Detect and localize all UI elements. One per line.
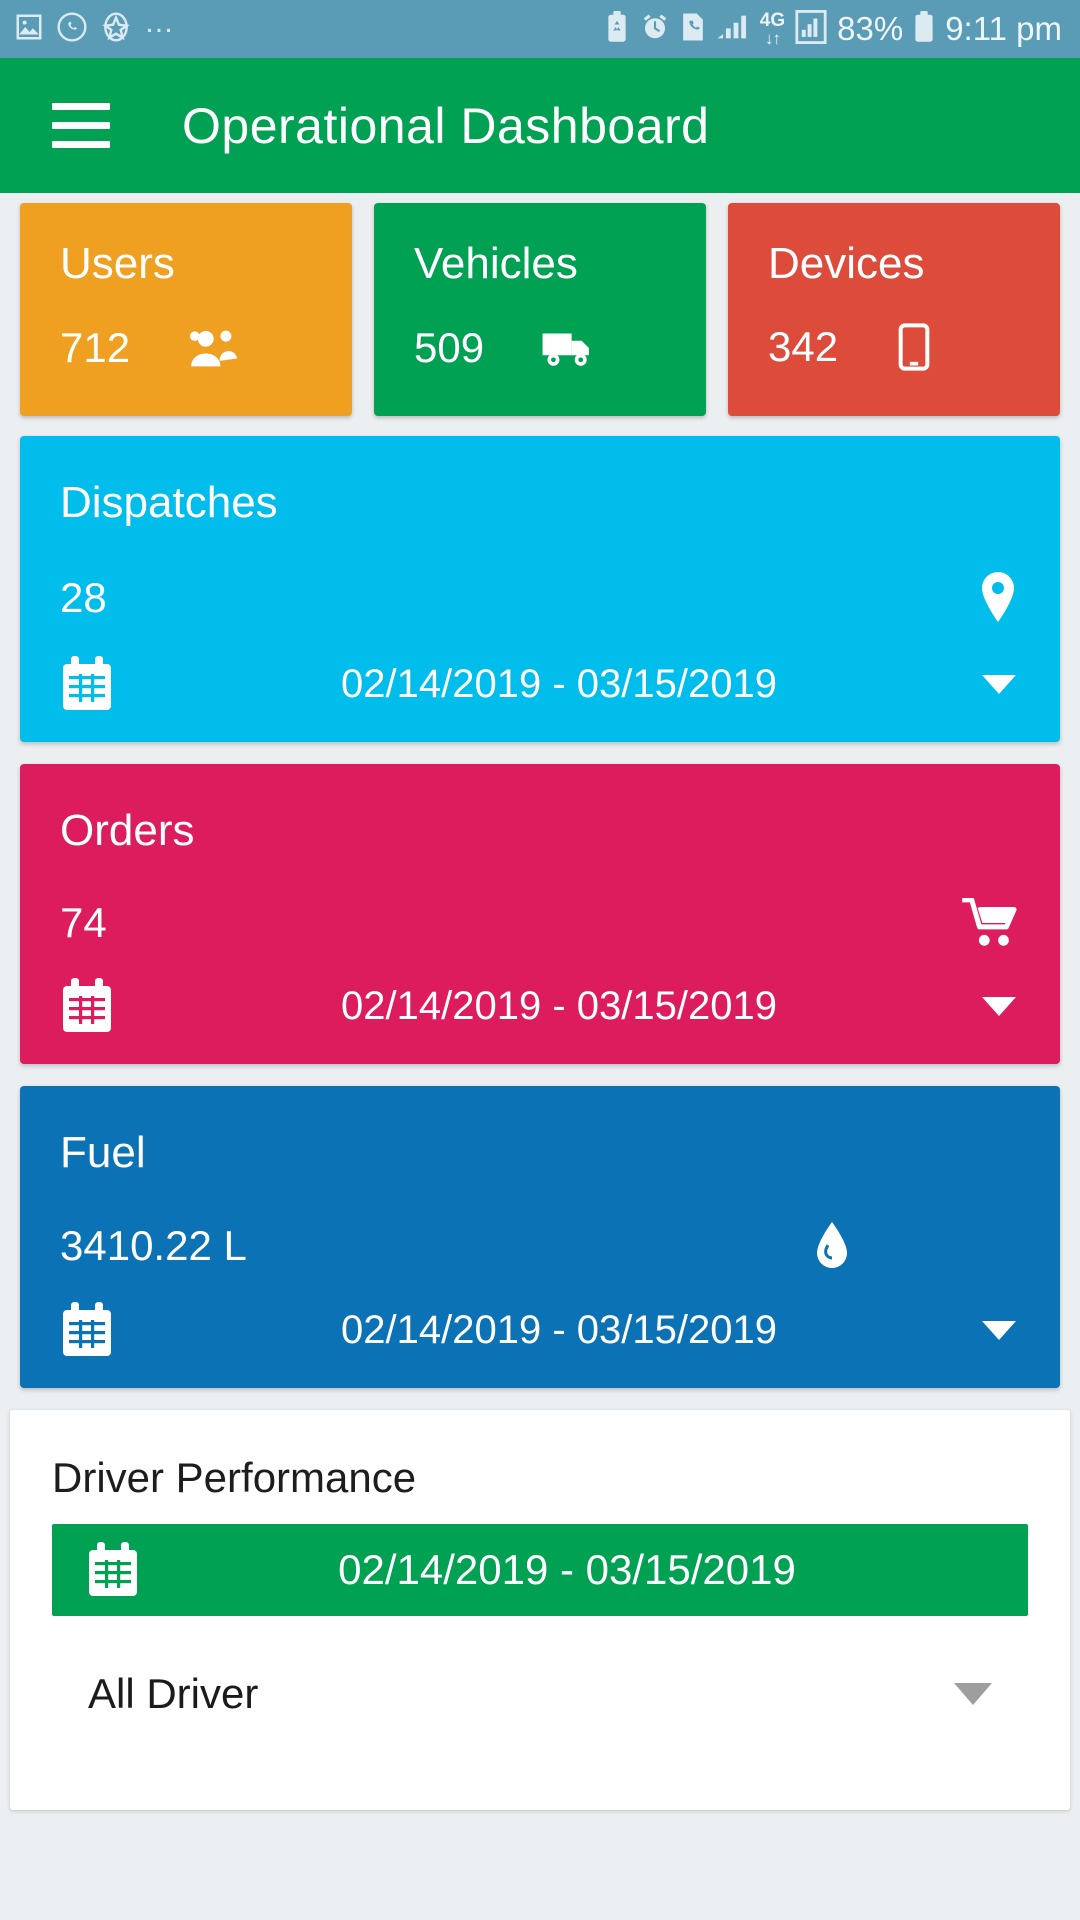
calendar-icon bbox=[60, 656, 150, 712]
date-range-label: 02/14/2019 - 03/15/2019 bbox=[341, 1307, 777, 1352]
whatsapp-icon bbox=[56, 11, 88, 48]
page-title: Operational Dashboard bbox=[182, 97, 710, 154]
hamburger-bar bbox=[52, 122, 110, 129]
app-bar: Operational Dashboard bbox=[0, 58, 1080, 193]
date-range-label: 02/14/2019 - 03/15/2019 bbox=[341, 661, 777, 706]
date-range-label: 02/14/2019 - 03/15/2019 bbox=[341, 983, 777, 1028]
stat-card-value: 509 bbox=[414, 324, 485, 371]
battery-saver-icon bbox=[604, 10, 630, 48]
shopping-cart-icon bbox=[962, 898, 1020, 948]
card-value-row: 28 bbox=[60, 570, 1020, 626]
dashboard-content: Users 712 Vehicles 509 Devices 342 Dispa… bbox=[0, 193, 1080, 1388]
network-type-label: 4G bbox=[759, 10, 786, 31]
dispatches-card[interactable]: Dispatches 28 02/14/2019 - 03/15/2019 bbox=[20, 436, 1060, 742]
stat-card-devices[interactable]: Devices 342 bbox=[728, 203, 1060, 416]
hamburger-bar bbox=[52, 103, 110, 110]
stat-card-label: Vehicles bbox=[414, 239, 578, 288]
card-value-row: 74 bbox=[60, 898, 1020, 948]
stat-card-value-row: 342 bbox=[768, 322, 1020, 372]
card-label: Dispatches bbox=[60, 478, 278, 527]
alarm-clock-icon bbox=[640, 12, 670, 47]
signal-strength-icon bbox=[795, 9, 827, 49]
chevron-down-icon[interactable] bbox=[982, 674, 1016, 694]
people-icon bbox=[186, 326, 242, 370]
date-range-selector[interactable]: 02/14/2019 - 03/15/2019 bbox=[60, 1302, 1020, 1358]
tablet-icon bbox=[894, 322, 934, 372]
battery-percent-label: 83% bbox=[837, 10, 904, 47]
driver-select-value: All Driver bbox=[88, 1670, 259, 1717]
stat-card-value: 712 bbox=[60, 324, 131, 371]
chevron-down-icon[interactable] bbox=[982, 1320, 1016, 1340]
card-value-row: 3410.22 L bbox=[60, 1220, 1020, 1272]
hamburger-menu-icon[interactable] bbox=[52, 103, 110, 148]
date-range-selector[interactable]: 02/14/2019 - 03/15/2019 bbox=[60, 978, 1020, 1034]
driver-performance-date-range: 02/14/2019 - 03/15/2019 bbox=[338, 1546, 796, 1593]
stat-card-label: Devices bbox=[768, 239, 925, 288]
status-overflow-dots: … bbox=[144, 6, 177, 39]
chevron-down-icon[interactable] bbox=[982, 996, 1016, 1016]
map-pin-icon bbox=[976, 570, 1020, 626]
status-bar-right-icons: 4G ↓↑ 83% 9:11 pm bbox=[604, 9, 1062, 49]
card-value: 28 bbox=[60, 574, 107, 621]
card-value: 3410.22 L bbox=[60, 1222, 247, 1269]
battery-icon bbox=[913, 10, 935, 48]
status-bar: … 4G ↓↑ 83% 9:11 pm bbox=[0, 0, 1080, 58]
data-arrows-label: ↓↑ bbox=[764, 29, 781, 48]
signal-bars-icon bbox=[716, 12, 750, 47]
stat-card-label: Users bbox=[60, 239, 175, 288]
fuel-drop-icon bbox=[814, 1220, 850, 1272]
hamburger-bar bbox=[52, 141, 110, 148]
card-label: Orders bbox=[60, 806, 195, 855]
chevron-down-icon[interactable] bbox=[954, 1683, 992, 1705]
clock-label: 9:11 pm bbox=[945, 10, 1062, 47]
fuel-card[interactable]: Fuel 3410.22 L 02/14/2019 - 03/15/2019 bbox=[20, 1086, 1060, 1388]
stat-card-value-row: 509 bbox=[414, 324, 666, 372]
card-label: Fuel bbox=[60, 1128, 146, 1177]
stat-card-value: 342 bbox=[768, 323, 839, 370]
calendar-icon bbox=[60, 978, 150, 1034]
calendar-icon bbox=[60, 1302, 150, 1358]
driver-select[interactable]: All Driver bbox=[52, 1646, 1028, 1742]
stat-card-row: Users 712 Vehicles 509 Devices 342 bbox=[20, 203, 1060, 416]
driver-performance-title: Driver Performance bbox=[52, 1454, 417, 1501]
driver-performance-panel: Driver Performance 02/14/2019 - 03/15/20… bbox=[10, 1410, 1070, 1810]
card-value: 74 bbox=[60, 899, 107, 946]
data-transfer-icon: 4G ↓↑ bbox=[760, 11, 785, 47]
status-bar-left-icons: … bbox=[14, 6, 177, 48]
orders-card[interactable]: Orders 74 02/14/2019 - 03/15/2019 bbox=[20, 764, 1060, 1064]
compass-icon bbox=[100, 11, 132, 48]
stat-card-value-row: 712 bbox=[60, 324, 312, 372]
calendar-icon bbox=[86, 1542, 140, 1598]
stat-card-users[interactable]: Users 712 bbox=[20, 203, 352, 416]
stat-card-vehicles[interactable]: Vehicles 509 bbox=[374, 203, 706, 416]
driver-performance-date-button[interactable]: 02/14/2019 - 03/15/2019 bbox=[52, 1524, 1028, 1616]
photo-icon bbox=[14, 12, 44, 47]
date-range-selector[interactable]: 02/14/2019 - 03/15/2019 bbox=[60, 656, 1020, 712]
truck-icon bbox=[540, 328, 596, 368]
phone-sim-icon bbox=[680, 11, 706, 48]
